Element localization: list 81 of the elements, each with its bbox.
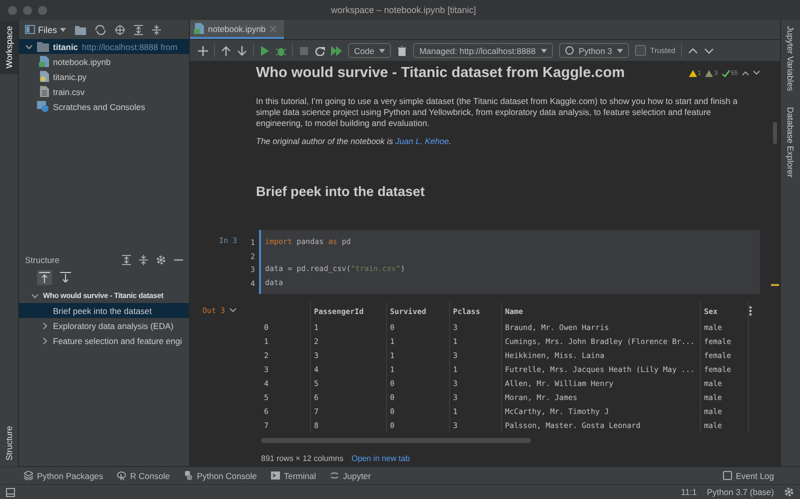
structure-item[interactable]: Exploratory data analysis (EDA) [19, 318, 189, 333]
settings-icon[interactable] [784, 487, 794, 497]
server-dropdown[interactable]: Managed: http://localhost:8888 [413, 43, 553, 58]
caret-icon [60, 28, 66, 32]
event-log-button[interactable]: Event Log [722, 470, 774, 480]
server-url: http://localhost:8888 from [82, 42, 178, 52]
chevron-down-icon[interactable] [25, 42, 33, 50]
add-icon[interactable] [198, 46, 208, 56]
new-folder-icon[interactable] [75, 24, 86, 34]
heading: Who would survive - Titanic dataset from Kaggle.com [256, 65, 626, 81]
settings-icon[interactable] [156, 255, 166, 265]
chevron-down-icon[interactable] [229, 306, 237, 314]
heading: Brief peek into the dataset [256, 184, 426, 200]
r-console-icon [117, 471, 126, 480]
tool-window-tab[interactable]: Database Explorer [781, 101, 800, 184]
horizontal-scrollbar[interactable] [261, 438, 531, 443]
caret-icon [379, 48, 386, 52]
more-options-icon[interactable] [749, 306, 752, 316]
chevron-down-icon[interactable] [753, 70, 760, 76]
open-in-new-tab-link[interactable]: Open in new tab [352, 454, 410, 462]
kernel-status-icon [564, 46, 574, 55]
terminal-icon [270, 471, 280, 480]
cursor-position[interactable]: 11:1 [680, 487, 697, 497]
folder-icon [37, 41, 49, 52]
locate-icon[interactable] [115, 24, 126, 34]
packages-icon [24, 471, 33, 480]
tree-item[interactable]: Scratches and Consoles [19, 99, 189, 114]
tool-window-button[interactable]: Jupyter [330, 470, 371, 480]
caret-icon [617, 48, 624, 52]
tree-item[interactable]: notebook.ipynb [19, 54, 189, 69]
chevron-up-icon[interactable] [688, 46, 698, 56]
scratches-icon [37, 101, 49, 112]
notebook-file-icon [194, 23, 204, 34]
bug-icon[interactable] [276, 46, 286, 56]
tree-item[interactable]: titanic http://localhost:8888 from [19, 39, 189, 54]
arrow-down-icon[interactable] [237, 46, 247, 56]
view-selector[interactable]: Files [25, 24, 66, 34]
workspace-tab[interactable]: Workspace [0, 20, 18, 74]
window-title: workspace – notebook.ipynb [titanic] [330, 5, 478, 15]
tree-item[interactable]: train.csv [19, 84, 189, 99]
structure-item[interactable]: Feature selection and feature engi [19, 333, 189, 348]
panel-title: Structure [25, 255, 60, 265]
tool-window-button[interactable]: Terminal [270, 470, 316, 480]
panel-toggle-icon[interactable] [6, 488, 15, 496]
python-file-icon [39, 71, 49, 82]
paragraph: The original author of the notebook is Juan L. Kehoe. [256, 136, 452, 146]
structure-item[interactable]: Brief peek into the dataset [19, 303, 189, 318]
caret-icon [540, 48, 547, 52]
editor-tab[interactable]: notebook.ipynb [190, 20, 284, 39]
run-all-icon[interactable] [331, 46, 342, 56]
tool-window-tab[interactable]: Jupyter Variables [781, 20, 800, 98]
table-summary: 891 rows × 12 columns [261, 454, 344, 462]
expand-all-icon[interactable] [122, 255, 131, 265]
tool-window-button[interactable]: R Console [117, 470, 170, 480]
event-log-icon [722, 471, 732, 480]
collapse-all-icon[interactable] [152, 24, 162, 34]
run-icon[interactable] [260, 46, 270, 56]
kernel-dropdown[interactable]: Python 3 [558, 43, 630, 58]
tool-window-button[interactable]: Python Packages [24, 470, 104, 480]
cell-type-dropdown[interactable]: Code [348, 43, 392, 58]
interpreter-selector[interactable]: Python 3.7 (base) [706, 487, 774, 497]
panel-icon [25, 25, 35, 34]
restart-icon[interactable] [315, 46, 325, 56]
scrollbar-thumb[interactable] [773, 122, 777, 144]
tool-window-button[interactable]: Python Console [184, 470, 257, 480]
arrow-up-icon[interactable] [221, 46, 231, 56]
expand-all-icon[interactable] [134, 24, 144, 34]
sync-icon[interactable] [95, 24, 106, 34]
checkmark-icon [722, 70, 730, 76]
collapse-all-icon[interactable] [139, 255, 148, 265]
scroll-from-source-icon[interactable] [39, 272, 50, 283]
chevron-down-icon[interactable] [704, 46, 714, 56]
text-file-icon [39, 86, 49, 97]
paragraph: In this tutorial, I’m going to use a very simple dataset (the Titanic dataset from Kaggle.com) to show you how to start and finish a simple data science project using Python and Yellowbrick, from exploratory data analysis, to feature selection and feature engineering, to model building and evaluation. [256, 96, 738, 129]
trash-icon[interactable] [397, 46, 408, 56]
notebook-file-icon [39, 56, 49, 67]
chevron-down-icon[interactable] [31, 292, 39, 300]
autoscroll-icon[interactable] [60, 272, 71, 283]
chevron-up-icon[interactable] [742, 70, 749, 76]
author-link[interactable]: Juan L. Kehoe [395, 136, 449, 146]
tree-item[interactable]: titanic.py [19, 69, 189, 84]
